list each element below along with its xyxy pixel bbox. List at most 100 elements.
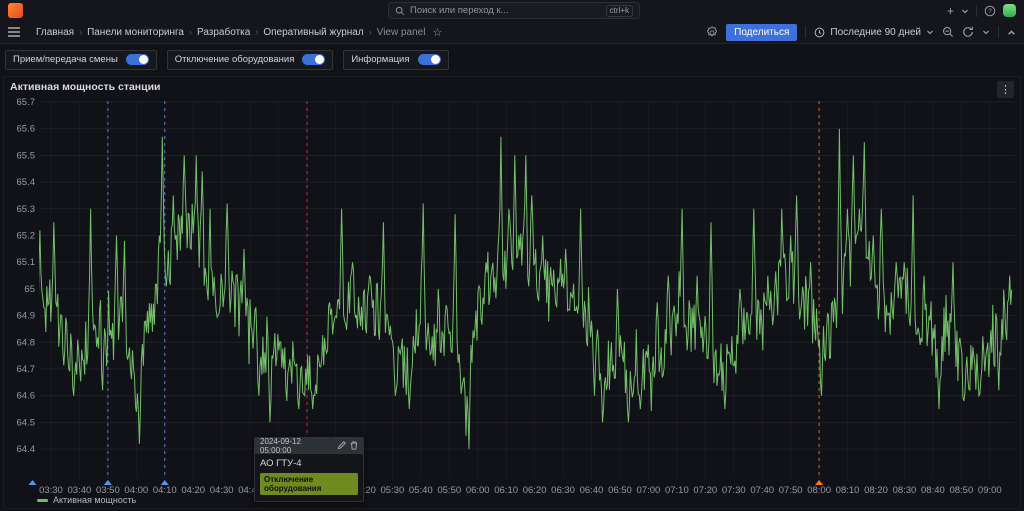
refresh-icon[interactable] [962, 26, 974, 38]
help-icon[interactable]: ? [984, 5, 996, 17]
search-icon [395, 6, 405, 16]
gear-icon[interactable] [706, 26, 718, 38]
y-axis-tick: 65.4 [17, 177, 36, 188]
search-placeholder: Поиск или переход к... [410, 5, 601, 16]
annotation-tooltip-header: 2024-09-12 05:00:00 [255, 438, 363, 454]
x-axis-tick: 08:40 [921, 485, 945, 496]
annotation-title: АО ГТУ-4 [260, 458, 358, 469]
annotation-filters: Прием/передача смены Отключение оборудов… [0, 44, 1024, 75]
breadcrumb-home[interactable]: Главная [36, 27, 74, 38]
toggle-label: Отключение оборудования [175, 54, 295, 65]
x-axis-tick: 08:10 [836, 485, 860, 496]
x-axis-tick: 06:30 [551, 485, 575, 496]
y-axis-tick: 64.4 [17, 444, 36, 455]
divider [998, 26, 999, 38]
svg-text:?: ? [988, 8, 992, 15]
clock-icon [814, 27, 825, 38]
y-axis-tick: 64.5 [17, 417, 36, 428]
breadcrumb-dashboard[interactable]: Оперативный журнал [263, 27, 363, 38]
toggle-switch[interactable] [418, 54, 441, 65]
toggle-label: Прием/передача смены [13, 54, 118, 65]
annotation-marker[interactable] [104, 480, 112, 485]
breadcrumb-separator: › [255, 27, 258, 37]
x-axis-tick: 05:30 [380, 485, 404, 496]
y-axis-tick: 65 [24, 284, 35, 295]
x-axis-tick: 07:40 [750, 485, 774, 496]
divider [976, 5, 977, 17]
toggle-equipment-shutdown[interactable]: Отключение оборудования [167, 50, 334, 70]
x-axis-tick: 08:50 [949, 485, 973, 496]
y-axis-tick: 65.5 [17, 150, 36, 161]
breadcrumb-view-panel: View panel [377, 27, 426, 38]
y-axis-tick: 65.7 [17, 97, 36, 108]
annotation-tooltip-body: АО ГТУ-4 Отключение оборудования [255, 454, 363, 501]
x-axis-tick: 05:50 [437, 485, 461, 496]
toggle-switch[interactable] [126, 54, 149, 65]
breadcrumb-folder[interactable]: Разработка [197, 27, 250, 38]
legend[interactable]: Активная мощность [37, 495, 136, 505]
y-axis-tick: 65.3 [17, 204, 36, 215]
toggle-switch[interactable] [302, 54, 325, 65]
x-axis-tick: 04:20 [181, 485, 205, 496]
top-bar: Поиск или переход к... ctrl+k + ? [0, 0, 1024, 21]
y-axis-tick: 64.8 [17, 337, 36, 348]
avatar[interactable] [1003, 4, 1016, 17]
x-axis-tick: 09:00 [978, 485, 1002, 496]
breadcrumb-dashboards[interactable]: Панели мониторинга [87, 27, 184, 38]
y-axis-tick: 65.1 [17, 257, 36, 268]
legend-series-label: Активная мощность [53, 495, 136, 505]
share-button[interactable]: Поделиться [726, 24, 797, 41]
y-axis-tick: 64.9 [17, 311, 36, 322]
breadcrumb-separator: › [189, 27, 192, 37]
x-axis-tick: 08:20 [864, 485, 888, 496]
x-axis-tick: 07:20 [693, 485, 717, 496]
x-axis-tick: 07:10 [665, 485, 689, 496]
menu-icon[interactable] [8, 27, 20, 37]
y-axis-tick: 64.6 [17, 391, 36, 402]
chevron-down-icon[interactable] [961, 7, 969, 15]
x-axis-tick: 07:30 [722, 485, 746, 496]
x-axis-tick: 05:40 [409, 485, 433, 496]
grafana-logo[interactable] [8, 3, 23, 18]
x-axis-tick: 04:10 [153, 485, 177, 496]
x-axis-tick: 08:30 [893, 485, 917, 496]
annotation-timestamp: 2024-09-12 05:00:00 [260, 437, 334, 455]
y-axis-tick: 65.2 [17, 231, 36, 242]
x-axis-tick: 06:00 [466, 485, 490, 496]
toggle-information[interactable]: Информация [343, 50, 448, 70]
x-axis-tick: 07:00 [637, 485, 661, 496]
x-axis-tick: 04:30 [210, 485, 234, 496]
shortcut-badge: ctrl+k [606, 5, 633, 17]
chevron-down-icon [926, 28, 934, 36]
edit-icon[interactable] [338, 441, 346, 451]
x-axis-tick: 06:20 [523, 485, 547, 496]
x-axis-tick: 07:50 [779, 485, 803, 496]
star-icon[interactable]: ☆ [432, 26, 442, 39]
chart-panel: Активная мощность станции ⋮ 65.765.665.5… [3, 76, 1021, 509]
chevron-down-icon[interactable] [982, 28, 990, 36]
nav-bar: Главная › Панели мониторинга › Разработк… [0, 21, 1024, 44]
legend-series-marker [37, 499, 48, 502]
breadcrumb-separator: › [369, 27, 372, 37]
x-axis-tick: 06:10 [494, 485, 518, 496]
x-axis-tick: 06:50 [608, 485, 632, 496]
zoom-out-icon[interactable] [942, 26, 954, 38]
divider [805, 26, 806, 38]
time-range-label: Последние 90 дней [830, 27, 921, 38]
annotation-marker[interactable] [815, 480, 823, 485]
delete-icon[interactable] [350, 441, 358, 452]
time-series-chart[interactable]: 65.7 65.6 65.5 65.4 65.3 65.2 65.1 65 64.9 64.8 64… [4, 77, 1020, 497]
toggle-label: Информация [351, 54, 409, 65]
add-button[interactable]: + [947, 4, 954, 18]
annotation-marker[interactable] [28, 480, 36, 485]
chevron-up-icon[interactable] [1007, 28, 1016, 37]
y-axis-tick: 65.6 [17, 124, 36, 135]
annotation-marker[interactable] [161, 480, 169, 485]
x-axis-tick: 06:40 [580, 485, 604, 496]
search-input[interactable]: Поиск или переход к... ctrl+k [388, 2, 640, 19]
annotation-tooltip: 2024-09-12 05:00:00 АО ГТУ-4 Отключение … [254, 437, 364, 502]
time-range-picker[interactable]: Последние 90 дней [814, 27, 934, 38]
annotation-tag-badge: Отключение оборудования [260, 473, 358, 495]
toggle-shift-handover[interactable]: Прием/передача смены [5, 50, 157, 70]
y-axis-tick: 64.7 [17, 364, 36, 375]
